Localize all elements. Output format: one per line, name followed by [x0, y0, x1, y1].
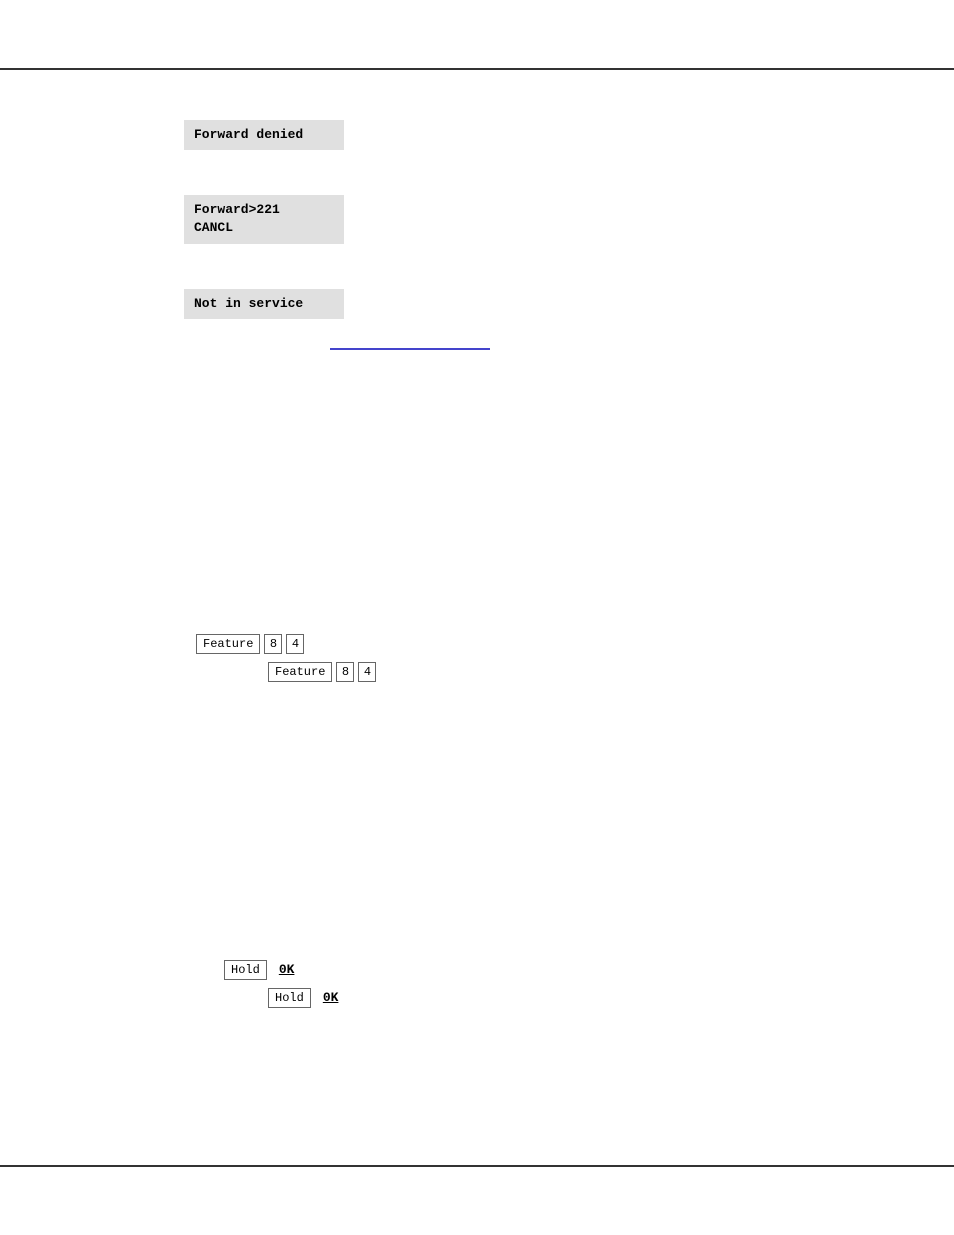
feature-row-1: Feature 8 4 [196, 634, 954, 654]
bottom-border [0, 1165, 954, 1167]
forward-221-line2: CANCL [194, 220, 233, 235]
feature-input-1[interactable]: Feature [196, 634, 260, 654]
spacer-1 [0, 170, 954, 195]
forward-221-line1: Forward>221 [194, 202, 280, 217]
hold-label-1: Hold [231, 963, 260, 977]
feature-input-2[interactable]: Feature [268, 662, 332, 682]
digit-8-2[interactable]: 8 [336, 662, 354, 682]
hold-input-1[interactable]: Hold [224, 960, 267, 980]
hold-row-1: Hold 0K [224, 960, 954, 980]
hold-row-2: Hold 0K [268, 988, 954, 1008]
spacer-large-1 [0, 384, 954, 634]
top-border [0, 68, 954, 70]
digit-8-1[interactable]: 8 [264, 634, 282, 654]
feature-label-1: Feature [203, 637, 253, 651]
forward-denied-section: Forward denied [184, 120, 954, 150]
feature-row-2: Feature 8 4 [268, 662, 954, 682]
forward-221-section: Forward>221 CANCL [184, 195, 954, 243]
spacer-2 [0, 264, 954, 289]
feature-label-2: Feature [275, 665, 325, 679]
forward-221-box: Forward>221 CANCL [184, 195, 344, 243]
not-in-service-box: Not in service [184, 289, 344, 319]
spacer-large-2 [0, 690, 954, 960]
hold-input-2[interactable]: Hold [268, 988, 311, 1008]
blue-link-line[interactable] [330, 339, 954, 354]
forward-denied-box: Forward denied [184, 120, 344, 150]
content-area: Forward denied Forward>221 CANCL Not in … [0, 90, 954, 1145]
hold-label-2: Hold [275, 991, 304, 1005]
ok-link-1[interactable]: 0K [279, 962, 295, 977]
ok-link-2[interactable]: 0K [323, 990, 339, 1005]
digit-4-1[interactable]: 4 [286, 634, 304, 654]
not-in-service-section: Not in service [184, 289, 954, 319]
digit-4-2[interactable]: 4 [358, 662, 376, 682]
